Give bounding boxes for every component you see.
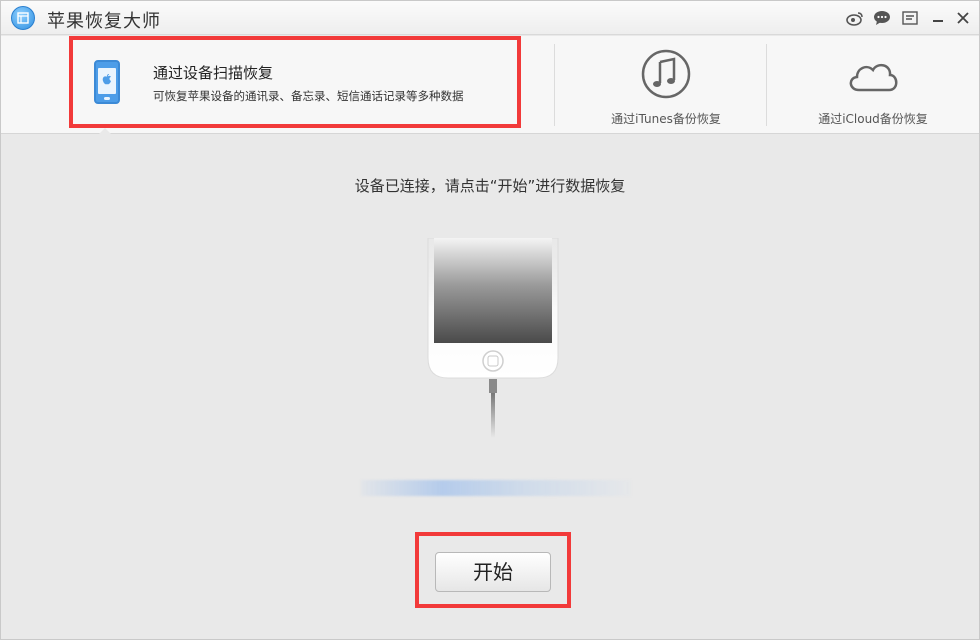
connection-status: 设备已连接，请点击“开始”进行数据恢复 bbox=[354, 177, 626, 195]
app-title: 苹果恢复大师 bbox=[47, 11, 161, 32]
device-name-blurred bbox=[361, 480, 631, 496]
main-panel: 设备已连接，请点击“开始”进行数据恢复 开始 bbox=[1, 135, 979, 639]
connected-iphone-illustration bbox=[426, 237, 560, 438]
start-button[interactable]: 开始 bbox=[435, 552, 551, 592]
chat-icon[interactable] bbox=[873, 9, 891, 27]
start-button-highlight: 开始 bbox=[415, 532, 571, 608]
app-logo-icon bbox=[11, 6, 35, 30]
mode-device-description: 可恢复苹果设备的通讯录、备忘录、短信通话记录等多种数据 bbox=[153, 89, 464, 103]
weibo-icon[interactable] bbox=[846, 9, 864, 27]
mode-device-scan[interactable]: 通过设备扫描恢复 可恢复苹果设备的通讯录、备忘录、短信通话记录等多种数据 bbox=[69, 36, 521, 128]
menu-icon[interactable] bbox=[901, 9, 919, 27]
mode-bar: 通过设备扫描恢复 可恢复苹果设备的通讯录、备忘录、短信通话记录等多种数据 通过i… bbox=[1, 36, 979, 136]
mode-device-title: 通过设备扫描恢复 bbox=[153, 64, 274, 82]
app-window: 苹果恢复大师 通过设备扫描恢复 可恢复苹果设备的通讯录、备忘录、短信通话记录等多… bbox=[0, 0, 980, 640]
minimize-icon[interactable] bbox=[929, 9, 947, 27]
cloud-icon bbox=[845, 58, 901, 98]
title-bar: 苹果恢复大师 bbox=[1, 1, 979, 35]
mode-icloud-label: 通过iCloud备份恢复 bbox=[818, 112, 928, 126]
mode-itunes-backup[interactable]: 通过iTunes备份恢复 bbox=[566, 48, 766, 128]
phone-icon bbox=[94, 60, 120, 104]
close-icon[interactable] bbox=[954, 9, 972, 27]
divider bbox=[554, 44, 555, 126]
divider bbox=[766, 44, 767, 126]
mode-itunes-label: 通过iTunes备份恢复 bbox=[611, 112, 721, 126]
mode-icloud-backup[interactable]: 通过iCloud备份恢复 bbox=[773, 48, 973, 128]
music-note-icon bbox=[640, 48, 692, 104]
